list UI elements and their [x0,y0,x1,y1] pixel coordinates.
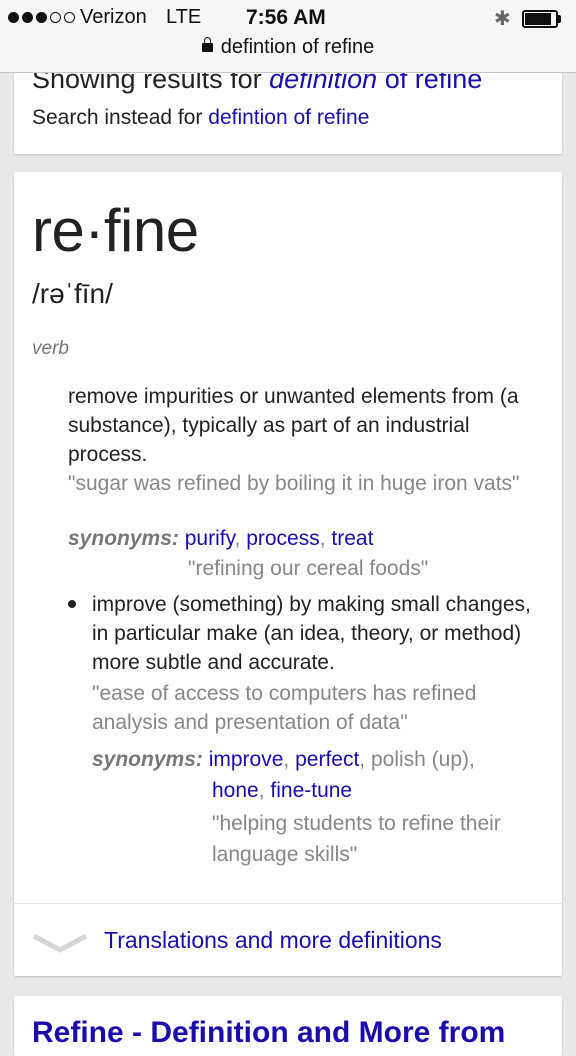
bluetooth-icon: ✱ [494,8,511,30]
signal-strength-icon [8,12,75,23]
synonyms-label: synonyms: [92,748,203,771]
next-result-card: Refine - Definition and More from [14,996,562,1056]
synonym-link[interactable]: hone [212,779,259,802]
synonym-link[interactable]: perfect [295,748,359,771]
bullet-icon [68,600,76,608]
headword: re·fine [32,197,199,264]
divider [14,903,562,904]
translations-more-link[interactable]: Translations and more definitions [104,927,442,954]
search-instead-text: Search instead for defintion of refine [32,106,370,129]
sense-1: remove impurities or unwanted elements f… [68,382,548,498]
synonyms-label: synonyms: [68,527,179,550]
result-title-link[interactable]: Refine - Definition and More from [32,1016,505,1050]
sense-1-synonym-example: "refining our cereal foods" [188,557,429,580]
sense-2-synonyms-cont: hone, fine-tune [212,779,353,802]
synonym-link[interactable]: purify [185,527,235,550]
dictionary-card: re·fine /rəˈfīn/ verb remove impurities … [14,172,562,976]
sense-2-definition: improve (something) by making small chan… [92,593,531,674]
part-of-speech: verb [32,338,69,359]
chevron-down-icon[interactable] [32,932,88,954]
battery-icon [522,10,562,28]
synonym-link[interactable]: treat [331,527,373,550]
sense-2-synonym-example: "helping students to refine their langua… [212,812,501,866]
synonym-link[interactable]: fine-tune [270,779,352,802]
carrier-name: Verizon [80,6,147,28]
synonym-link[interactable]: process [246,527,320,550]
pronunciation: /rəˈfīn/ [32,278,113,309]
sense-2-synonyms: synonyms: improve, perfect, polish (up), [92,748,475,771]
sense-1-example: "sugar was refined by boiling it in huge… [68,472,520,495]
lock-icon [201,37,213,52]
sense-2: improve (something) by making small chan… [92,590,552,737]
address-bar[interactable]: defintion of refine [0,36,576,66]
search-instead-link[interactable]: defintion of refine [208,106,369,129]
synonym-plain: polish (up) [370,748,470,771]
address-text: defintion of refine [220,36,375,58]
sense-1-synonyms: synonyms: purify, process, treat [68,527,374,550]
status-time: 7:56 AM [246,6,326,29]
sense-2-example: "ease of access to computers has refined… [92,682,477,734]
network-type: LTE [166,6,202,28]
sense-1-definition: remove impurities or unwanted elements f… [68,385,519,466]
status-bar: Verizon LTE 7:56 AM ✱ [0,0,576,38]
synonym-link[interactable]: improve [209,748,284,771]
browser-top-bar: Verizon LTE 7:56 AM ✱ defintion of refin… [0,0,576,73]
